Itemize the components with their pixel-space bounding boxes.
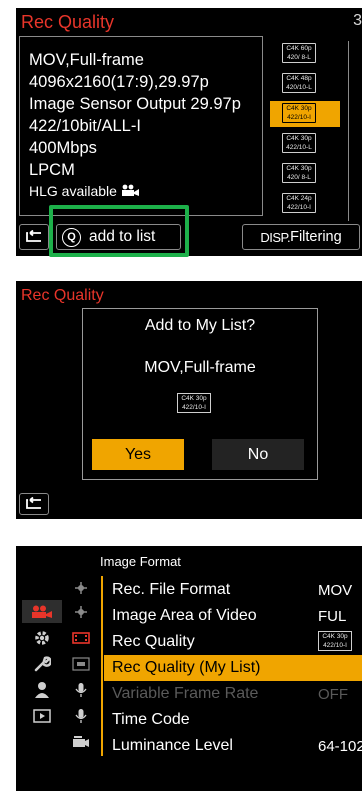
format-option[interactable]: C4K 30p 422/10-L <box>270 131 340 157</box>
tab-my-menu[interactable] <box>22 678 62 701</box>
format-badge: C4K 30p 422/10-I <box>177 393 211 413</box>
subtab-2[interactable] <box>66 600 96 623</box>
menu-item-rec-file-format[interactable]: Rec. File Format MOV <box>104 577 362 603</box>
photo-style-icon <box>75 605 87 618</box>
list-edge <box>348 41 362 221</box>
subtab-audio[interactable] <box>66 678 96 701</box>
info-sensor-output: Image Sensor Output 29.97p <box>29 95 241 113</box>
disp-filtering-button[interactable]: DISP. Filtering <box>242 224 360 250</box>
subtab-image-format[interactable] <box>66 626 96 649</box>
menu-item-time-code[interactable]: Time Code <box>104 707 362 733</box>
page-indicator: 3 <box>353 12 362 29</box>
info-container: MOV,Full-frame <box>29 51 144 69</box>
tab-video[interactable] <box>22 600 62 623</box>
menu-item-rec-quality-my-list[interactable]: Rec Quality (My List) <box>104 655 362 681</box>
menu-item-label: Luminance Level <box>112 737 233 754</box>
subtab-audio-2[interactable] <box>66 704 96 727</box>
menu-item-label: Variable Frame Rate <box>112 685 259 702</box>
format-badge: C4K 30p 422/10-I <box>318 631 352 651</box>
format-option[interactable]: C4K 60p 420/ 8-L <box>270 41 340 67</box>
menu-item-label: Image Area of Video <box>112 607 257 624</box>
wrench-icon <box>34 655 51 671</box>
menu-item-luminance-level[interactable]: Luminance Level 64-102 <box>104 733 362 759</box>
info-codec: 422/10bit/ALL-I <box>29 117 141 135</box>
format-badge: C4K 60p 420/ 8-L <box>282 43 316 63</box>
format-info-box: MOV,Full-frame 4096x2160(17:9),29.97p Im… <box>19 36 263 216</box>
menu-rail <box>101 576 103 756</box>
yes-button[interactable]: Yes <box>92 439 184 470</box>
format-option-selected[interactable]: C4K 30p 422/10-I <box>270 101 340 127</box>
info-audio: LPCM <box>29 161 75 179</box>
dialog-subtitle: MOV,Full-frame <box>144 359 256 376</box>
menu-item-label: Rec Quality <box>112 633 195 650</box>
filtering-label: Filtering <box>290 229 342 245</box>
back-button[interactable] <box>19 493 49 515</box>
add-to-list-confirm-screen: Rec Quality Add to My List? MOV,Full-fra… <box>16 281 362 519</box>
menu-item-label: Time Code <box>112 711 190 728</box>
dialog-title: Add to My List? <box>144 317 256 334</box>
menu-item-rec-quality[interactable]: Rec Quality C4K 30p 422/10-I <box>104 629 362 655</box>
format-option[interactable]: C4K 30p 420/ 8-L <box>270 161 340 187</box>
format-option[interactable]: C4K 48p 420/10-L <box>270 71 340 97</box>
info-resolution: 4096x2160(17:9),29.97p <box>29 73 209 91</box>
microphone-icon <box>75 708 87 723</box>
info-hlg-text: HLG available <box>29 183 117 199</box>
format-badge: C4K 48p 420/10-L <box>282 73 316 93</box>
playback-icon <box>33 708 51 723</box>
person-icon <box>35 681 49 698</box>
video-settings-icon <box>73 735 89 747</box>
disp-prefix: DISP. <box>260 229 291 245</box>
menu-item-image-area[interactable]: Image Area of Video FUL <box>104 603 362 629</box>
menu-item-variable-frame-rate[interactable]: Variable Frame Rate OFF <box>104 681 362 707</box>
microphone-icon <box>75 682 87 697</box>
tab-setup[interactable] <box>22 652 62 675</box>
info-bitrate: 400Mbps <box>29 139 97 157</box>
film-icon <box>72 631 90 644</box>
format-badge: C4K 30p 422/10-L <box>282 133 316 153</box>
tab-custom[interactable] <box>22 626 62 649</box>
movie-camera-icon <box>121 183 141 199</box>
focus-icon <box>72 656 90 671</box>
return-icon <box>26 497 41 509</box>
no-button[interactable]: No <box>212 439 304 470</box>
menu-item-value: 64-102 <box>318 738 362 755</box>
screen-title: Rec Quality <box>21 287 104 304</box>
menu-item-label: Rec Quality (My List) <box>112 659 261 676</box>
menu-item-value: MOV <box>318 582 353 599</box>
screen-title: Rec Quality <box>21 12 115 32</box>
photo-style-icon <box>75 581 87 594</box>
highlight-annotation-box <box>49 205 189 257</box>
gear-icon <box>35 630 49 645</box>
section-title: Image Format <box>100 554 181 569</box>
subtab-1[interactable] <box>66 576 96 599</box>
tab-playback[interactable] <box>22 704 62 727</box>
format-option[interactable]: C4K 24p 422/10-I <box>270 191 340 217</box>
menu-item-label: Rec. File Format <box>112 581 231 598</box>
menu-item-value: FUL <box>318 608 347 625</box>
format-badge: C4K 30p 420/ 8-L <box>282 163 316 183</box>
image-format-menu-screen: Image Format Rec. File Format MOV Image … <box>16 546 362 791</box>
subtab-focus[interactable] <box>66 652 96 675</box>
info-hlg: HLG available <box>29 183 141 199</box>
menu-item-value: OFF <box>318 686 348 703</box>
format-badge: C4K 24p 422/10-I <box>282 193 316 213</box>
back-button[interactable] <box>19 224 49 250</box>
return-icon <box>26 230 41 242</box>
format-badge: C4K 30p 422/10-I <box>282 103 316 123</box>
subtab-video-other[interactable] <box>66 730 96 753</box>
movie-camera-icon <box>32 605 52 618</box>
